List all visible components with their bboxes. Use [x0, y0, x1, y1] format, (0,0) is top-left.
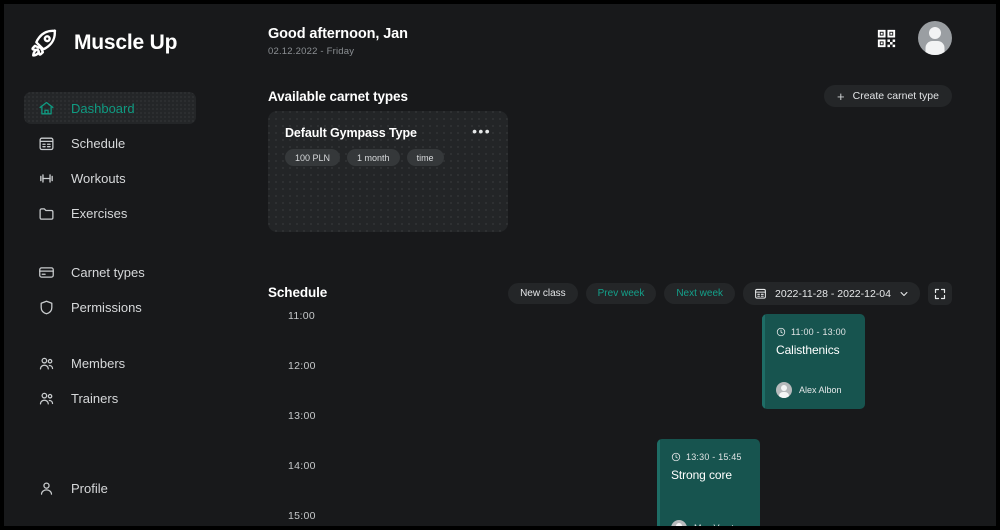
- app-window: Muscle Up Dashboard Schedule Workouts Ex…: [4, 4, 996, 526]
- avatar-body: [779, 392, 789, 398]
- event-time-row: 11:00 - 13:00: [762, 314, 865, 337]
- prev-week-button[interactable]: Prev week: [585, 283, 657, 304]
- sidebar-item-label: Dashboard: [71, 100, 135, 116]
- card-icon: [39, 266, 54, 278]
- carnet-section-title: Available carnet types: [268, 89, 408, 104]
- shield-icon: [40, 300, 53, 314]
- sidebar-item-trainers[interactable]: Trainers: [24, 382, 196, 414]
- trainer-name: Alex Albon: [799, 385, 842, 395]
- create-carnet-type-button[interactable]: + Create carnet type: [824, 85, 952, 107]
- sidebar-item-permissions[interactable]: Permissions: [24, 291, 196, 323]
- fullscreen-button[interactable]: [928, 282, 952, 305]
- sidebar-item-label: Carnet types: [71, 264, 145, 280]
- main-content: Available carnet types + Create carnet t…: [216, 4, 996, 526]
- event-title: Calisthenics: [776, 343, 840, 357]
- event-trainer: Max Verstappen: [671, 520, 759, 526]
- carnet-card-title: Default Gympass Type: [285, 126, 417, 140]
- avatar-head: [781, 385, 787, 391]
- rocket-icon: [31, 29, 57, 57]
- calendar-icon: [39, 137, 54, 150]
- schedule-toolbar: New class Prev week Next week 2022-11-28…: [508, 282, 952, 305]
- more-horizontal-icon[interactable]: •••: [472, 124, 491, 138]
- sidebar-item-label: Permissions: [71, 299, 142, 315]
- schedule-section-title: Schedule: [268, 285, 328, 300]
- folder-icon: [39, 207, 54, 220]
- date-range-label: 2022-11-28 - 2022-12-04: [775, 287, 891, 300]
- sidebar-item-label: Trainers: [71, 390, 119, 406]
- date-range-picker[interactable]: 2022-11-28 - 2022-12-04: [743, 282, 920, 305]
- nav-divider-gap: [24, 326, 196, 347]
- user-icon: [40, 481, 53, 495]
- sidebar-item-schedule[interactable]: Schedule: [24, 127, 196, 159]
- sidebar-item-exercises[interactable]: Exercises: [24, 197, 196, 229]
- brand[interactable]: Muscle Up: [26, 26, 177, 60]
- chevron-down-icon: [900, 291, 908, 296]
- avatar-head: [676, 523, 682, 526]
- schedule-calendar: 11:00 12:00 13:00 14:00 15:00 11:00 - 13…: [268, 306, 996, 526]
- sidebar-item-label: Schedule: [71, 135, 126, 151]
- brand-name: Muscle Up: [74, 31, 178, 54]
- dumbbell-icon: [40, 173, 53, 183]
- next-week-button[interactable]: Next week: [664, 283, 736, 304]
- nav-divider-gap: [24, 232, 196, 256]
- clock-icon: [671, 452, 681, 462]
- sidebar-item-label: Members: [71, 355, 126, 371]
- carnet-chip-type: time: [406, 149, 444, 166]
- plus-icon: +: [837, 88, 845, 104]
- event-time: 11:00 - 13:00: [791, 327, 846, 337]
- users-icon: [39, 392, 54, 404]
- fullscreen-icon: [934, 288, 946, 299]
- sidebar-item-dashboard[interactable]: Dashboard: [24, 92, 196, 124]
- home-icon: [39, 101, 54, 114]
- trainer-avatar: [671, 520, 687, 526]
- event-title: Strong core: [671, 468, 732, 482]
- sidebar-item-carnet-types[interactable]: Carnet types: [24, 256, 196, 288]
- trainer-avatar: [776, 382, 792, 398]
- sidebar-item-label: Workouts: [71, 170, 126, 186]
- sidebar: Muscle Up Dashboard Schedule Workouts Ex…: [4, 4, 216, 526]
- create-carnet-type-label: Create carnet type: [852, 90, 939, 102]
- carnet-chip-price: 100 PLN: [285, 149, 341, 166]
- sidebar-item-workouts[interactable]: Workouts: [24, 162, 196, 194]
- event-trainer: Alex Albon: [776, 382, 842, 398]
- carnet-chip-duration: 1 month: [347, 149, 400, 166]
- event-time-row: 13:30 - 15:45: [657, 439, 760, 462]
- event-time: 13:30 - 15:45: [686, 452, 742, 462]
- calendar-event[interactable]: 11:00 - 13:00 Calisthenics Alex Albon: [762, 314, 865, 409]
- trainer-name: Max Verstappen: [694, 523, 759, 526]
- sidebar-item-label: Profile: [71, 480, 108, 496]
- calendar-icon: [755, 288, 766, 299]
- sidebar-item-label: Exercises: [71, 205, 128, 221]
- carnet-card-chips: 100 PLN 1 month time: [268, 140, 508, 166]
- new-class-button[interactable]: New class: [508, 283, 578, 304]
- sidebar-item-profile[interactable]: Profile: [24, 472, 196, 504]
- event-layer: 11:00 - 13:00 Calisthenics Alex Albon 13…: [268, 306, 996, 526]
- clock-icon: [776, 327, 786, 337]
- sidebar-nav: Dashboard Schedule Workouts Exercises Ca…: [24, 92, 196, 417]
- carnet-card-header: Default Gympass Type •••: [268, 111, 508, 140]
- sidebar-item-members[interactable]: Members: [24, 347, 196, 379]
- users-icon: [39, 357, 54, 369]
- calendar-event[interactable]: 13:30 - 15:45 Strong core Max Verstappen: [657, 439, 760, 526]
- carnet-type-card[interactable]: Default Gympass Type ••• 100 PLN 1 month…: [268, 111, 508, 232]
- sidebar-profile-group: Profile: [24, 472, 196, 507]
